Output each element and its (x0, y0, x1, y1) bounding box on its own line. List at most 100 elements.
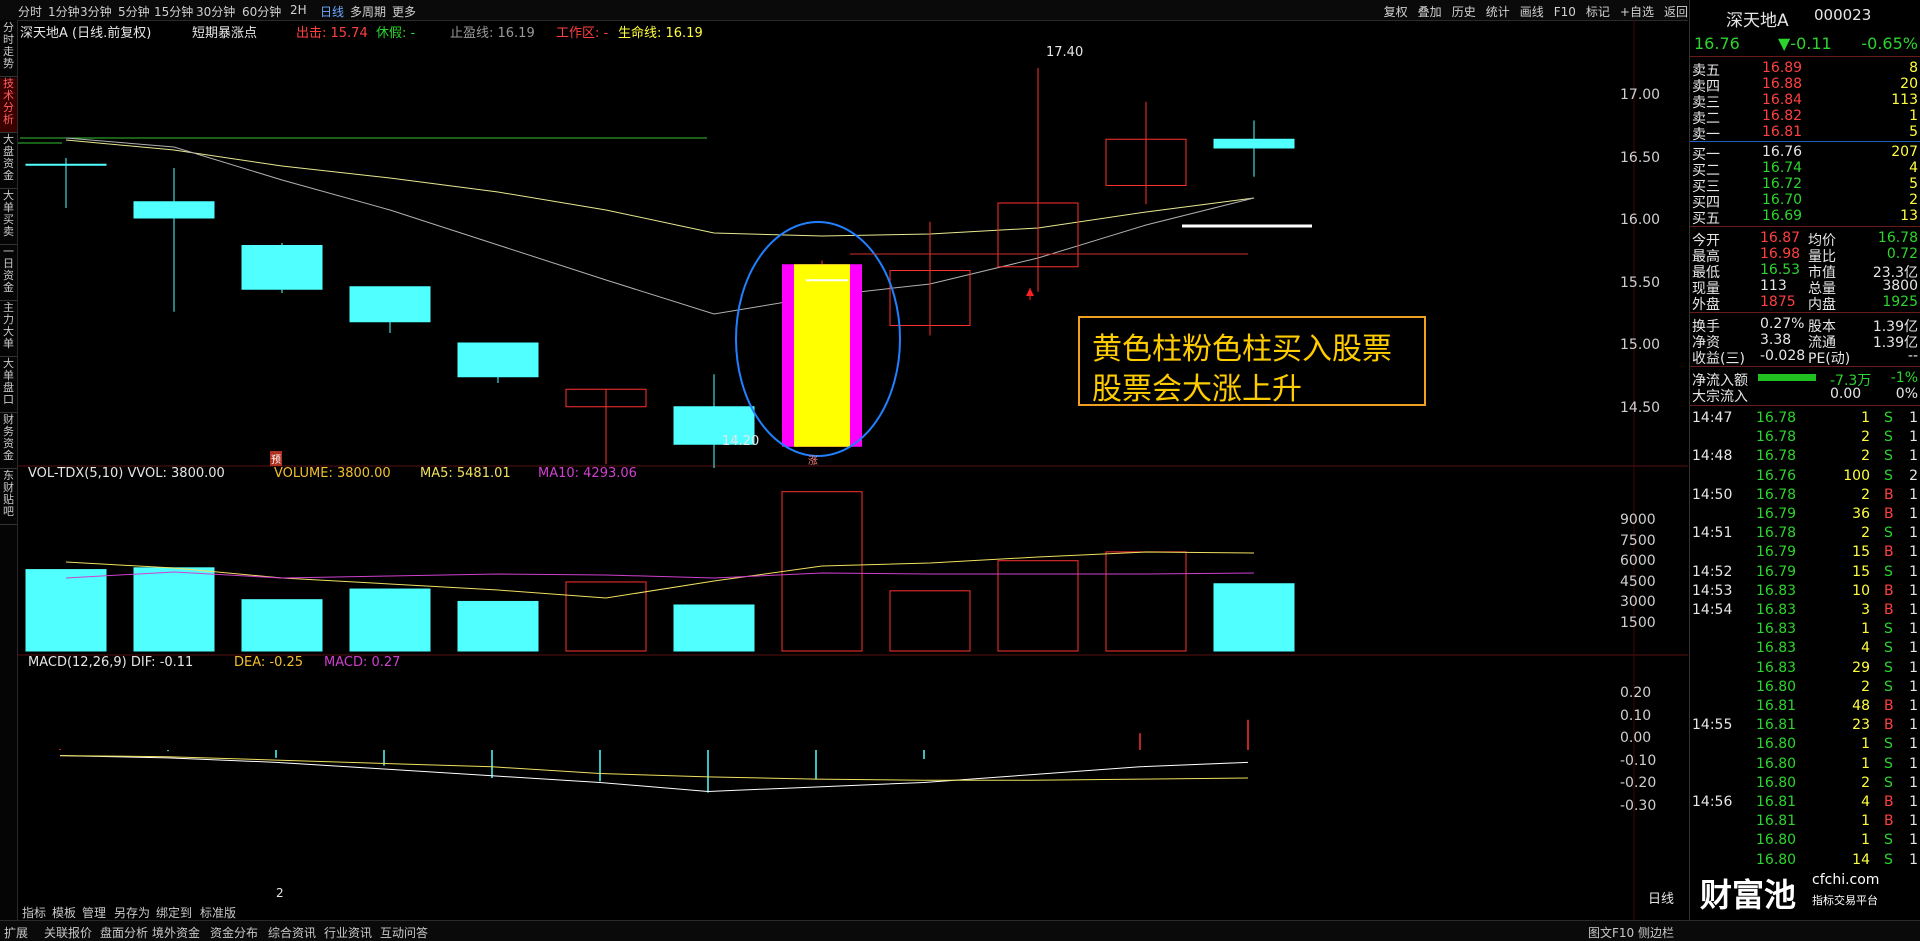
volume-bar (25, 569, 107, 652)
ask-row: 卖三 16.84 113 (1690, 92, 1920, 111)
stat-row: 换手 0.27% 股本 1.39亿 (1690, 316, 1920, 335)
axis-label: 17.00 (1620, 87, 1661, 103)
candle-body (241, 245, 323, 290)
bottom-tab[interactable]: 境外资金 (152, 924, 200, 941)
stat-value: 16.87 (1760, 230, 1801, 246)
bottom-bar: 扩展 关联报价 盘面分析 境外资金 资金分布 综合资讯 行业资讯 互动问答 图文F10 侧边栏 (0, 920, 1920, 941)
ask-price: 16.81 (1762, 124, 1803, 140)
tick-row: 14:51 16.78 2 S 1 (1690, 525, 1920, 541)
tick-side: B (1884, 698, 1894, 714)
stop-label: 止盈线: 16.19 (450, 26, 535, 41)
stat-row: 今开 16.87 均价 16.78 (1690, 230, 1920, 249)
axis-label: 16.00 (1620, 212, 1661, 228)
axis-label: 0.20 (1620, 685, 1652, 701)
tick-side: B (1884, 813, 1894, 830)
bid-price: 16.74 (1762, 160, 1803, 176)
low-marker: 14.20 (722, 434, 760, 449)
tick-row: 16.80 14 S 1 (1690, 852, 1920, 868)
period-label[interactable]: 日线 (1648, 888, 1674, 907)
indicator-subtab[interactable]: 管理 (82, 904, 106, 921)
tick-time: 14:50 (1692, 486, 1733, 503)
indicator-name[interactable]: 短期暴涨点 (192, 22, 257, 41)
tick-volume: 10 (1852, 582, 1870, 599)
high-marker: 17.40 (1046, 45, 1084, 60)
bottom-tab[interactable]: 资金分布 (210, 924, 258, 941)
tick-side: B (1884, 582, 1894, 599)
indicator-subtab[interactable]: 指标 (22, 904, 46, 921)
vol-volume: VOLUME: 3800.00 (274, 466, 391, 481)
axis-label: 3000 (1620, 594, 1656, 610)
tick-volume: 1 (1861, 621, 1870, 638)
volume-bar (565, 581, 647, 652)
candle-body (349, 286, 431, 323)
tick-time: 14:48 (1692, 448, 1733, 465)
tick-price: 16.76 (1756, 467, 1797, 484)
vol-ma5: MA5: 5481.01 (420, 466, 511, 481)
tick-count: 1 (1909, 813, 1918, 830)
macd-title: MACD(12,26,9) DIF: -0.11 (28, 655, 194, 670)
stock-code: 000023 (1814, 6, 1872, 24)
tick-volume: 4 (1861, 640, 1870, 657)
tick-side: S (1884, 563, 1893, 580)
tick-volume: 29 (1852, 659, 1870, 676)
tick-count: 1 (1909, 563, 1918, 580)
tick-count: 1 (1909, 678, 1918, 695)
tick-count: 1 (1909, 429, 1918, 446)
stat-value: 16.78 (1877, 230, 1918, 246)
bottom-tab[interactable]: 综合资讯 (268, 924, 316, 941)
tick-row: 14:55 16.81 23 B 1 (1690, 717, 1920, 733)
separator (1690, 312, 1920, 313)
indicator-subtab[interactable]: 绑定到 (156, 904, 192, 921)
kline-chart[interactable] (0, 0, 1688, 920)
indicator-subtab[interactable]: 另存为 (114, 904, 150, 921)
bottom-tab[interactable]: 互动问答 (380, 924, 428, 941)
stat-row: 最高 16.98 量比 0.72 (1690, 246, 1920, 265)
axis-label: 6000 (1620, 553, 1656, 569)
tick-price: 16.78 (1756, 410, 1797, 426)
tick-volume: 1 (1861, 813, 1870, 830)
candle-body (133, 201, 215, 219)
quote-header: 深天地A 000023 (1690, 6, 1920, 31)
tick-price: 16.83 (1756, 659, 1797, 676)
stat-value: -0.028 (1760, 348, 1806, 364)
bid-label: 买五 (1692, 211, 1720, 227)
bottom-tab[interactable]: 扩展 (4, 924, 28, 941)
tick-time: 14:56 (1692, 794, 1733, 810)
stock-label: 深天地A (日线.前复权) (20, 26, 152, 41)
tick-row: 14:53 16.83 10 B 1 (1690, 583, 1920, 599)
tick-row: 16.80 1 S 1 (1690, 756, 1920, 772)
tick-price: 16.80 (1756, 832, 1797, 849)
indicator-subtab[interactable]: 标准版 (200, 904, 236, 921)
tick-volume: 48 (1852, 698, 1870, 714)
tick-time: 14:54 (1692, 602, 1733, 618)
volume-bar (673, 604, 755, 652)
stat-value: 3.38 (1760, 332, 1792, 348)
tick-count: 1 (1909, 640, 1918, 657)
tick-count: 1 (1909, 582, 1918, 599)
stat-value: 113 (1760, 278, 1787, 294)
bottom-tab[interactable]: 关联报价 (44, 924, 92, 941)
bottom-tab[interactable]: 行业资讯 (324, 924, 372, 941)
bottom-tab[interactable]: 盘面分析 (100, 924, 148, 941)
tick-side: B (1884, 602, 1894, 618)
tick-count: 1 (1909, 621, 1918, 638)
tick-price: 16.81 (1756, 813, 1797, 830)
bottom-right[interactable]: 图文F10 侧边栏 (1588, 924, 1674, 941)
tick-price: 16.83 (1756, 640, 1797, 657)
tick-side: S (1884, 832, 1893, 849)
tick-side: S (1884, 429, 1893, 446)
work-label: 工作区: - (556, 26, 609, 41)
block-row: 大宗流入 0.00 0% (1690, 386, 1920, 405)
stat-value: 16.98 (1760, 246, 1801, 262)
logo-text: 财富池 (1700, 876, 1797, 914)
axis-label: -0.20 (1620, 775, 1657, 791)
ask-volume: 1 (1909, 108, 1918, 124)
tick-volume: 2 (1861, 678, 1870, 695)
tick-count: 1 (1909, 486, 1918, 503)
tick-time: 14:52 (1692, 563, 1733, 580)
indicator-subtab[interactable]: 模板 (52, 904, 76, 921)
ask-price: 16.84 (1762, 92, 1803, 108)
volume-bar (457, 600, 539, 652)
stat-value: 1875 (1760, 294, 1796, 310)
tick-count: 1 (1909, 506, 1918, 522)
